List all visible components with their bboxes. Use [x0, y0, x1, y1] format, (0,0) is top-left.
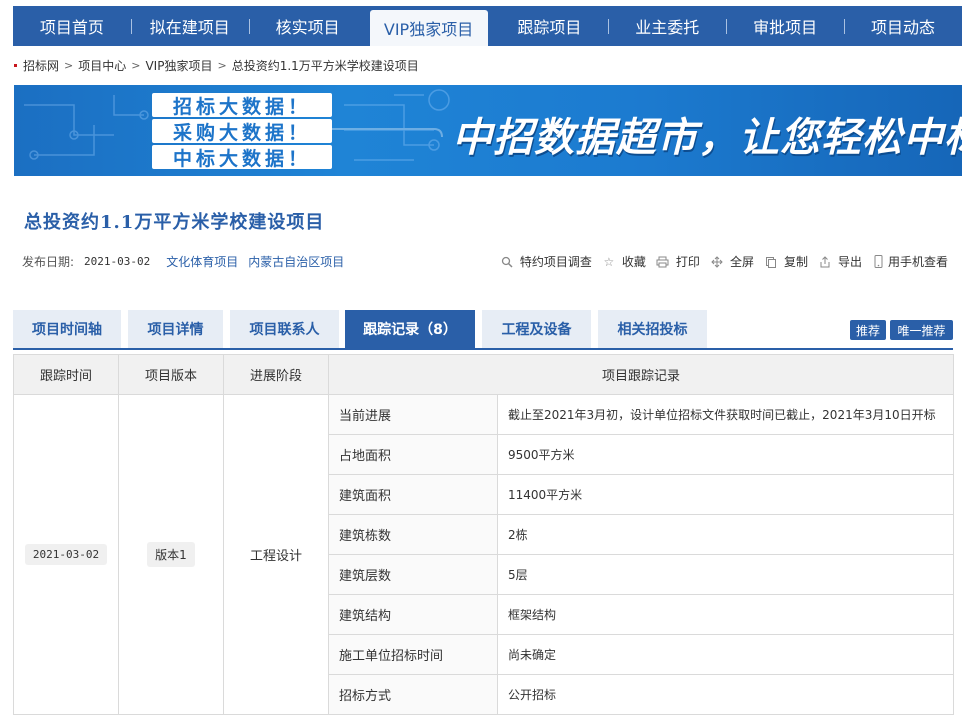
nav-item-vip[interactable]: VIP独家项目: [369, 10, 488, 46]
stage-text: 工程设计: [249, 549, 302, 564]
copy-icon: [764, 255, 778, 269]
breadcrumb-bullet: [14, 63, 17, 67]
table-header-row: 跟踪时间 项目版本 进展阶段 项目跟踪记录: [13, 354, 955, 395]
banner-tag-procurement: 采购大数据！: [152, 119, 332, 144]
record-key: 占地面积: [328, 434, 498, 475]
tracking-date: 2021-03-02: [24, 544, 108, 565]
star-icon: ☆: [603, 254, 615, 269]
nav-item-verified[interactable]: 核实项目: [248, 6, 367, 46]
nav-item-planned[interactable]: 拟在建项目: [130, 6, 249, 46]
toolbar: 特约项目调查 ☆ 收藏 打印 全屏 复制 导出 用手机查看: [490, 253, 948, 270]
table-row: 2021-03-02 版本1 工程设计 当前进展 截止至2021年3月初，设计单…: [13, 394, 955, 715]
tracking-table: 跟踪时间 项目版本 进展阶段 项目跟踪记录 2021-03-02 版本1 工程设…: [13, 354, 955, 715]
column-header-stage: 进展阶段: [223, 354, 329, 395]
project-meta: 发布日期: 2021-03-02 文化体育项目 内蒙古自治区项目: [22, 253, 344, 270]
publish-date: 2021-03-02: [84, 255, 151, 268]
stage-cell: 工程设计: [223, 394, 329, 715]
nav-item-tracking[interactable]: 跟踪项目: [491, 6, 609, 46]
category-link-culture-sports[interactable]: 文化体育项目: [166, 253, 238, 270]
tool-mobile-view[interactable]: 用手机查看: [872, 253, 948, 270]
version-badge: 版本1: [147, 542, 195, 567]
column-header-record: 项目跟踪记录: [327, 354, 955, 395]
record-value: 11400平方米: [496, 474, 955, 515]
unique-recommend-button[interactable]: 唯一推荐: [890, 320, 953, 340]
publish-date-label: 发布日期:: [22, 255, 75, 269]
record-key: 建筑层数: [328, 554, 498, 595]
column-header-version: 项目版本: [118, 354, 224, 395]
nav-item-home[interactable]: 项目首页: [13, 6, 131, 46]
tab-contacts[interactable]: 项目联系人: [230, 310, 339, 348]
record-key: 当前进展: [328, 394, 498, 435]
breadcrumb-link-project-center[interactable]: 项目中心: [78, 57, 126, 74]
tool-export[interactable]: 导出: [818, 253, 862, 270]
tab-timeline[interactable]: 项目时间轴: [13, 310, 121, 348]
tool-label: 特约项目调查: [519, 255, 592, 269]
tracking-date-cell: 2021-03-02: [13, 394, 119, 715]
phone-icon: [872, 255, 886, 269]
breadcrumb: 招标网 > 项目中心 > VIP独家项目 > 总投资约1.1万平方米学校建设项目: [14, 57, 419, 73]
tool-label: 用手机查看: [887, 255, 948, 269]
record-key: 招标方式: [328, 674, 498, 715]
tab-details[interactable]: 项目详情: [128, 310, 223, 348]
record-key: 建筑栋数: [328, 514, 498, 555]
record-value: 9500平方米: [496, 434, 955, 475]
banner-slogan: 中招数据超市，让您轻松中标: [452, 115, 962, 161]
tool-label: 收藏: [621, 255, 646, 269]
export-icon: [818, 255, 832, 269]
tab-related-bids[interactable]: 相关招投标: [598, 310, 707, 348]
chevron-right-icon: >: [217, 58, 227, 72]
record-value: 2栋: [496, 514, 955, 555]
tool-label: 全屏: [729, 255, 754, 269]
breadcrumb-link-home[interactable]: 招标网: [23, 57, 59, 74]
tool-label: 复制: [783, 255, 808, 269]
detail-tabs: 项目时间轴 项目详情 项目联系人 跟踪记录（8） 工程及设备 相关招投标 推荐 …: [13, 310, 953, 350]
nav-item-news[interactable]: 项目动态: [844, 6, 962, 46]
chevron-right-icon: >: [131, 58, 141, 72]
record-key: 建筑结构: [328, 594, 498, 635]
tool-print[interactable]: 打印: [656, 253, 700, 270]
page-title: 总投资约1.1万平方米学校建设项目: [24, 212, 325, 233]
breadcrumb-current: 总投资约1.1万平方米学校建设项目: [231, 58, 419, 73]
record-value: 公开招标: [496, 674, 955, 715]
record-value: 5层: [496, 554, 955, 595]
record-key: 施工单位招标时间: [328, 634, 498, 675]
record-value: 截止至2021年3月初，设计单位招标文件获取时间已截止，2021年3月10日开标: [496, 394, 955, 435]
top-nav: 项目首页 拟在建项目 核实项目 VIP独家项目 跟踪项目 业主委托 审批项目 项…: [13, 6, 962, 46]
printer-icon: [656, 255, 670, 269]
tool-label: 打印: [675, 255, 700, 269]
record-value: 框架结构: [496, 594, 955, 635]
tool-favorite[interactable]: ☆ 收藏: [602, 253, 646, 270]
column-header-tracking-time: 跟踪时间: [13, 354, 119, 395]
fullscreen-icon: [710, 255, 724, 269]
tab-engineering-equipment[interactable]: 工程及设备: [482, 310, 591, 348]
banner-tag-award: 中标大数据！: [152, 145, 332, 170]
tab-tracking-records[interactable]: 跟踪记录（8）: [345, 310, 475, 348]
banner-tags: 招标大数据！ 采购大数据！ 中标大数据！: [152, 93, 332, 170]
promo-banner[interactable]: 招标大数据！ 采购大数据！ 中标大数据！ 中招数据超市，让您轻松中标: [14, 85, 962, 176]
banner-tag-bidding: 招标大数据！: [152, 93, 332, 118]
category-link-region[interactable]: 内蒙古自治区项目: [248, 253, 344, 270]
record-key: 建筑面积: [328, 474, 498, 515]
breadcrumb-link-vip[interactable]: VIP独家项目: [145, 57, 212, 74]
tool-label: 导出: [837, 255, 862, 269]
recommend-button[interactable]: 推荐: [850, 320, 886, 340]
tool-copy[interactable]: 复制: [764, 253, 808, 270]
nav-item-owner-entrusted[interactable]: 业主委托: [608, 6, 726, 46]
chevron-right-icon: >: [64, 58, 74, 72]
tool-fullscreen[interactable]: 全屏: [710, 253, 754, 270]
nav-item-approval[interactable]: 审批项目: [726, 6, 844, 46]
tool-special-survey[interactable]: 特约项目调查: [500, 253, 592, 270]
search-icon: [500, 255, 514, 269]
record-value: 尚未确定: [496, 634, 955, 675]
version-cell: 版本1: [118, 394, 224, 715]
